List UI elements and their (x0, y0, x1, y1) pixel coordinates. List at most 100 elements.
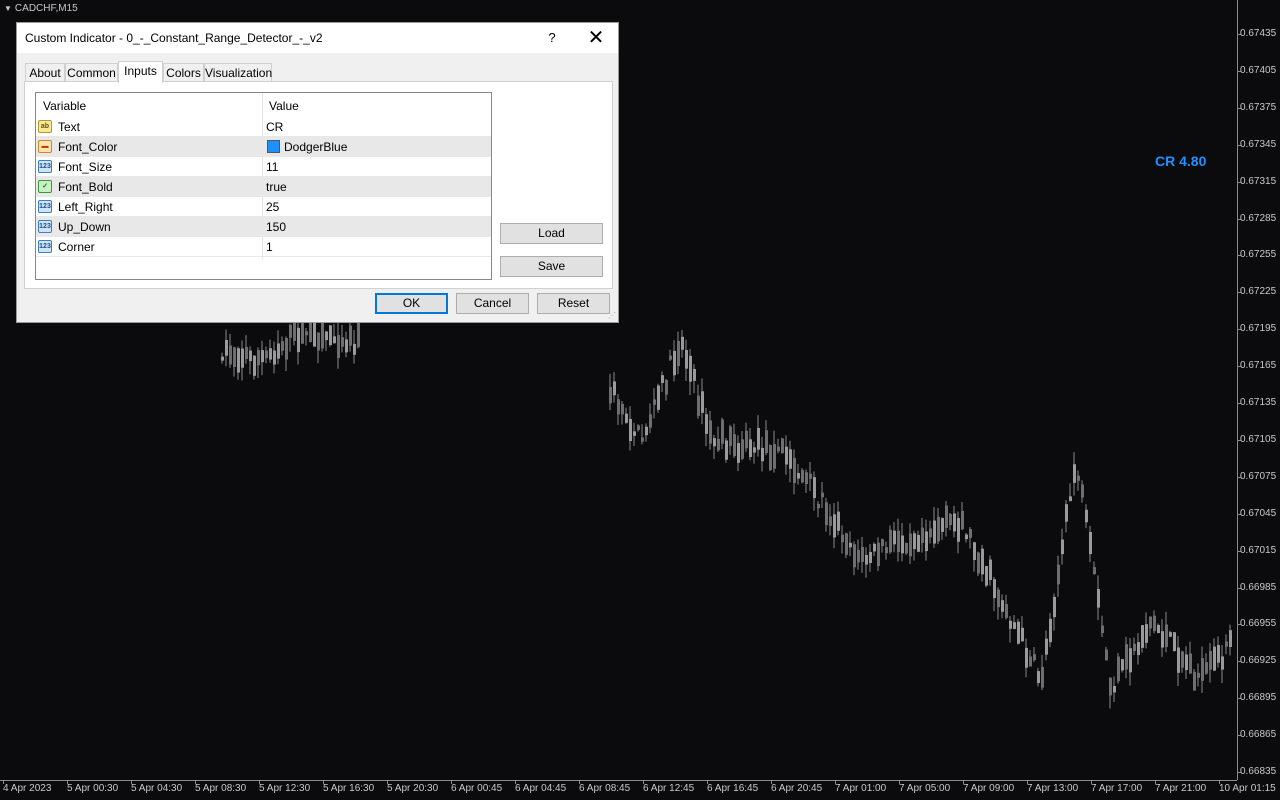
table-row[interactable]: ▬ Font_Color DodgerBlue (36, 137, 491, 157)
symbol-label: ▼ CADCHF,M15 (4, 3, 78, 14)
candle-body (677, 340, 680, 367)
inputs-grid[interactable]: Variable Value ab Text CR ▬ Font_Color D… (35, 92, 492, 280)
table-row[interactable]: ✓ Font_Bold true (36, 177, 491, 197)
candle-body (893, 530, 896, 545)
variable-name: Up_Down (58, 220, 111, 234)
close-button[interactable]: ✕ (583, 26, 609, 50)
ok-button[interactable]: OK (375, 293, 448, 314)
candle-body (221, 356, 224, 361)
candle-body (1205, 662, 1208, 674)
candle-body (957, 518, 960, 542)
candle-body (273, 350, 276, 365)
load-button[interactable]: Load (500, 223, 603, 244)
price-label: 0.67225 (1240, 286, 1277, 298)
help-button[interactable]: ? (539, 27, 565, 49)
candle-body (781, 438, 784, 454)
resize-grip-icon[interactable]: ⋰ (608, 312, 616, 320)
candle-body (777, 446, 780, 452)
number-type-icon: 123 (38, 240, 52, 253)
candle-body (749, 439, 752, 457)
candle-body (921, 527, 924, 543)
time-label: 6 Apr 00:45 (451, 783, 503, 794)
table-row[interactable]: 123 Left_Right 25 (36, 197, 491, 217)
table-row[interactable]: ab Text CR (36, 117, 491, 137)
time-label: 5 Apr 20:30 (387, 783, 439, 794)
tab-about[interactable]: About (25, 63, 65, 82)
candle-body (1225, 641, 1228, 647)
price-label: 0.66895 (1240, 692, 1277, 704)
tab-common[interactable]: Common (65, 63, 118, 82)
candle-body (1101, 625, 1104, 634)
candle-body (349, 325, 352, 346)
time-axis[interactable] (0, 780, 1237, 781)
dialog-titlebar[interactable]: Custom Indicator - 0_-_Constant_Range_De… (17, 23, 618, 53)
candle-body (765, 430, 768, 454)
candle-body (305, 331, 308, 336)
candle-body (1053, 596, 1056, 618)
time-label: 5 Apr 00:30 (67, 783, 119, 794)
variable-value[interactable]: 25 (266, 200, 279, 214)
candle-body (1201, 658, 1204, 681)
candle-body (885, 547, 888, 554)
time-label: 7 Apr 17:00 (1091, 783, 1143, 794)
candle-body (1181, 651, 1184, 668)
candle-body (1077, 475, 1080, 481)
time-label: 6 Apr 08:45 (579, 783, 631, 794)
table-row[interactable]: 123 Corner 1 (36, 237, 491, 257)
table-row[interactable]: 123 Up_Down 150 (36, 217, 491, 237)
variable-value[interactable]: 11 (266, 160, 278, 174)
price-label: 0.67435 (1240, 28, 1277, 39)
candle-body (317, 332, 320, 351)
candle-body (1097, 588, 1100, 608)
candle-body (1033, 654, 1036, 661)
candle-body (1209, 651, 1212, 670)
tab-colors[interactable]: Colors (163, 63, 204, 82)
candle-body (289, 324, 292, 338)
candle-body (989, 559, 992, 581)
candle-body (853, 544, 856, 568)
candle-body (841, 534, 844, 543)
inputs-panel: Variable Value ab Text CR ▬ Font_Color D… (24, 81, 613, 289)
price-label: 0.67405 (1240, 64, 1277, 76)
candle-body (229, 345, 232, 365)
candle-body (1229, 630, 1232, 647)
candle-body (253, 355, 256, 376)
time-label: 7 Apr 01:00 (835, 783, 887, 794)
candle-body (945, 505, 948, 528)
tab-visualization[interactable]: Visualization (204, 63, 272, 82)
save-button[interactable]: Save (500, 256, 603, 277)
candle-body (757, 427, 760, 450)
time-label: 7 Apr 09:00 (963, 783, 1015, 794)
candle-body (881, 539, 884, 546)
candle-body (285, 338, 288, 360)
candle-body (297, 327, 300, 353)
close-icon: ✕ (587, 27, 605, 49)
candle-body (293, 323, 296, 341)
variable-value[interactable]: 150 (266, 220, 286, 234)
column-header-value[interactable]: Value (269, 99, 299, 113)
candle-body (1157, 624, 1160, 634)
candle-body (625, 413, 628, 423)
candle-body (933, 520, 936, 544)
candle-body (1117, 656, 1120, 682)
price-label: 0.67285 (1240, 212, 1277, 224)
candle-body (257, 350, 260, 366)
variable-name: Corner (58, 240, 95, 254)
candle-body (241, 348, 244, 368)
cancel-button[interactable]: Cancel (456, 293, 529, 314)
candle-body (341, 337, 344, 347)
variable-value[interactable]: CR (266, 120, 283, 134)
tab-inputs[interactable]: Inputs (118, 61, 163, 83)
table-row[interactable]: 123 Font_Size 11 (36, 157, 491, 177)
variable-value[interactable]: DodgerBlue (266, 140, 347, 154)
reset-button[interactable]: Reset (537, 293, 610, 314)
variable-value[interactable]: true (266, 180, 287, 194)
candle-body (689, 355, 692, 382)
column-header-variable[interactable]: Variable (43, 99, 86, 113)
candle-body (1113, 686, 1116, 693)
variable-value[interactable]: 1 (266, 240, 273, 254)
candle-body (805, 472, 808, 485)
number-type-icon: 123 (38, 160, 52, 173)
dropdown-triangle-icon[interactable]: ▼ (4, 4, 12, 13)
candle-body (873, 543, 876, 552)
